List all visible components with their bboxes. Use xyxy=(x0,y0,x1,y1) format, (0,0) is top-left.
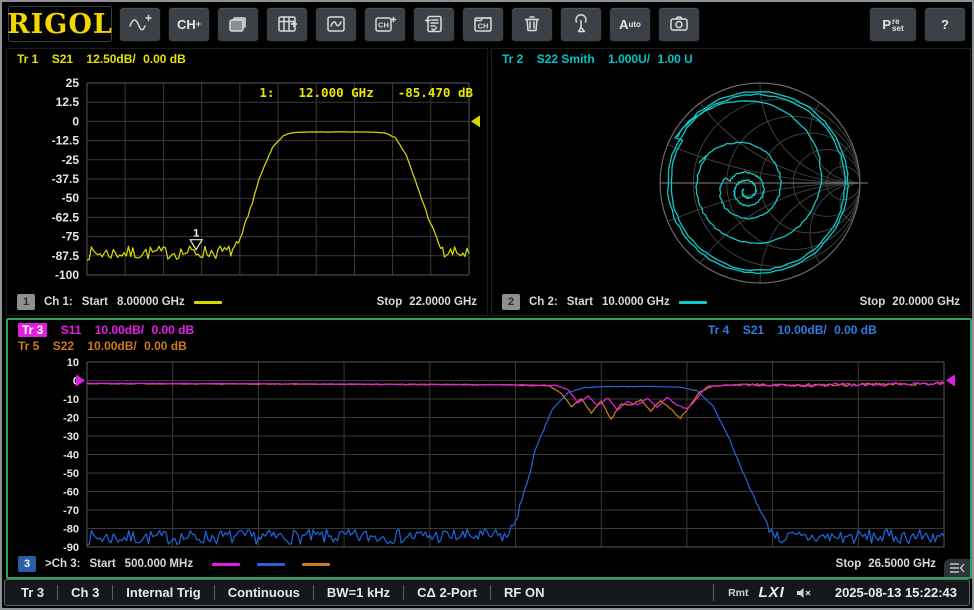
window-ch1[interactable]: 25 12.5 0 -12.5 -25 -37.5 -50 -62.5 -75 -87.5 -100… xyxy=(6,48,488,316)
ch1-trace-label[interactable]: Tr 1 S21 12.50dB/ 0.00 dB xyxy=(17,52,196,66)
ch1-footer: 1 Ch 1: Start 8.00000 GHz Stop 22.0000 G… xyxy=(17,294,477,310)
tr2-color-swatch xyxy=(679,301,707,304)
menu-expand-icon xyxy=(948,562,966,574)
camera-icon xyxy=(668,14,690,34)
status-right-group: Rmt LXI 2025-08-13 15:22:43 xyxy=(713,584,957,601)
status-item[interactable]: Ch 3 xyxy=(57,585,112,600)
ch2-trace-label[interactable]: Tr 2 S22 Smith 1.000U/ 1.00 U xyxy=(502,52,703,66)
window-ch3-active[interactable]: 100-10-20-30-40-50-60-70-80-90 Tr 3 S11 … xyxy=(6,318,972,579)
autoscale-icon: A xyxy=(619,17,628,32)
channel-add-button[interactable]: CH+ xyxy=(168,7,210,42)
ch3-plot[interactable]: 100-10-20-30-40-50-60-70-80-90 xyxy=(8,320,970,577)
svg-text:0: 0 xyxy=(72,114,79,128)
delete-button[interactable] xyxy=(511,7,553,42)
ch3-tr4-label[interactable]: Tr 4 S21 10.00dB/ 0.00 dB xyxy=(708,323,887,337)
help-button[interactable]: ? xyxy=(924,7,966,42)
preset-icon: P re set xyxy=(882,16,903,32)
file-setup-button[interactable] xyxy=(413,7,455,42)
tr1-color-swatch xyxy=(194,301,222,304)
svg-text:-25: -25 xyxy=(62,153,80,167)
remote-status: Rmt xyxy=(728,587,748,599)
screenshot-button[interactable] xyxy=(658,7,700,42)
svg-text:-70: -70 xyxy=(63,505,79,517)
datetime: 2025-08-13 15:22:43 xyxy=(835,585,957,600)
svg-text:-87.5: -87.5 xyxy=(52,249,80,263)
meas-table-icon xyxy=(276,14,298,34)
window-layout-button[interactable] xyxy=(217,7,259,42)
tr5-color-swatch xyxy=(302,563,330,566)
svg-text:CH: CH xyxy=(378,21,389,30)
svg-text:-20: -20 xyxy=(63,413,79,425)
svg-text:25: 25 xyxy=(66,76,80,90)
svg-text:-30: -30 xyxy=(63,431,79,443)
channel-add-icon: CH xyxy=(177,17,196,32)
svg-text:-37.5: -37.5 xyxy=(52,172,80,186)
svg-text:10: 10 xyxy=(67,357,79,369)
window-trace-button[interactable] xyxy=(315,7,357,42)
status-item[interactable]: Tr 3 xyxy=(17,585,57,600)
status-items: Tr 3Ch 3Internal TrigContinuousBW=1 kHzC… xyxy=(17,585,558,600)
svg-text:-60: -60 xyxy=(63,487,79,499)
touch-button[interactable] xyxy=(560,7,602,42)
ch3-number-badge[interactable]: 3 xyxy=(18,556,36,572)
toolbar-right-group: P re set ? xyxy=(869,7,966,42)
ch2-footer: 2 Ch 2: Start 10.0000 GHz Stop 20.0000 G… xyxy=(502,294,960,310)
svg-text:-80: -80 xyxy=(63,524,79,536)
svg-text:-90: -90 xyxy=(63,542,79,554)
trace-add-icon xyxy=(128,14,152,34)
menu-expand-button[interactable] xyxy=(944,559,970,577)
autoscale-button[interactable]: Auto xyxy=(609,7,651,42)
window-ch2[interactable]: Tr 2 S22 Smith 1.000U/ 1.00 U 2 Ch 2: St… xyxy=(491,48,971,316)
status-item[interactable]: RF ON xyxy=(490,585,557,600)
window-trace-icon xyxy=(325,14,347,34)
recall-channel-button[interactable]: CH xyxy=(462,7,504,42)
window-channel-add-icon: CH xyxy=(373,14,397,34)
file-setup-icon xyxy=(423,14,445,34)
recall-channel-icon: CH xyxy=(471,14,495,34)
help-icon: ? xyxy=(941,17,949,32)
svg-text:1: 1 xyxy=(193,228,199,240)
ch1-number-badge[interactable]: 1 xyxy=(17,294,35,310)
tr3-color-swatch xyxy=(212,563,240,566)
meas-table-button[interactable] xyxy=(266,7,308,42)
ch3-tr5-label[interactable]: Tr 5 S22 10.00dB/ 0.00 dB xyxy=(18,339,197,353)
status-item[interactable]: CΔ 2-Port xyxy=(403,585,490,600)
delete-icon xyxy=(522,14,542,34)
svg-text:12.5: 12.5 xyxy=(56,95,80,109)
svg-text:-40: -40 xyxy=(63,450,79,462)
ch3-tr3-label[interactable]: Tr 3 S11 10.00dB/ 0.00 dB xyxy=(18,323,204,337)
status-item[interactable]: Continuous xyxy=(214,585,313,600)
status-item[interactable]: BW=1 kHz xyxy=(313,585,403,600)
svg-text:-12.5: -12.5 xyxy=(52,134,80,148)
svg-text:-100: -100 xyxy=(55,268,79,282)
top-toolbar: RIGOL CH+ xyxy=(2,2,972,46)
rigol-logo: RIGOL xyxy=(8,6,112,42)
ch2-smith-plot[interactable] xyxy=(492,49,970,315)
ch2-number-badge[interactable]: 2 xyxy=(502,294,520,310)
speaker-muted-icon[interactable] xyxy=(795,586,811,600)
svg-text:-75: -75 xyxy=(62,230,80,244)
svg-text:-50: -50 xyxy=(63,468,79,480)
trace-add-button[interactable] xyxy=(119,7,161,42)
status-bar: Tr 3Ch 3Internal TrigContinuousBW=1 kHzC… xyxy=(4,579,970,606)
ch3-footer: 3 >Ch 3: Start 500.000 MHz Stop 26.5000 … xyxy=(18,556,936,572)
preset-button[interactable]: P re set xyxy=(869,7,917,42)
window-channel-add-button[interactable]: CH xyxy=(364,7,406,42)
lxi-status[interactable]: LXI xyxy=(759,584,785,601)
tr3-selected-badge[interactable]: Tr 3 xyxy=(18,323,47,337)
window-layout-icon xyxy=(227,14,249,34)
analyzer-screen: RIGOL CH+ xyxy=(0,0,974,610)
svg-text:-50: -50 xyxy=(62,191,80,205)
touch-icon xyxy=(571,14,591,34)
marker1-readout: 1: 12.000 GHz -85.470 dB xyxy=(259,85,473,100)
svg-text:CH: CH xyxy=(478,22,489,31)
status-item[interactable]: Internal Trig xyxy=(112,585,213,600)
tr4-color-swatch xyxy=(257,563,285,566)
svg-text:-10: -10 xyxy=(63,394,79,406)
svg-text:-62.5: -62.5 xyxy=(52,210,80,224)
